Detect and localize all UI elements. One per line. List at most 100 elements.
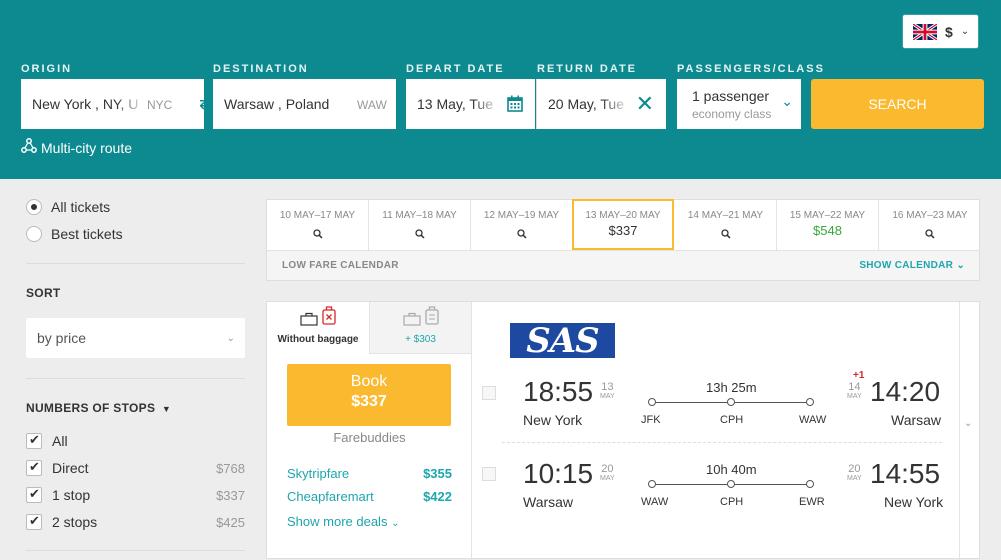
depart-date-field[interactable]: 13 May, Tue bbox=[406, 79, 535, 129]
segment-checkbox[interactable] bbox=[482, 386, 496, 400]
calendar-date-cell-selected[interactable]: 13 MAY–20 MAY $337 bbox=[572, 199, 674, 250]
origin-field[interactable]: New York , NY, U NYC ⇄ bbox=[21, 79, 214, 129]
currency-label: $ bbox=[945, 23, 953, 40]
stop-price: $768 bbox=[216, 460, 245, 476]
best-tickets-radio[interactable]: Best tickets bbox=[26, 226, 123, 242]
radio-label: Best tickets bbox=[51, 226, 123, 242]
multi-city-link[interactable]: Multi-city route bbox=[21, 138, 132, 157]
airport-code: JFK bbox=[641, 414, 661, 426]
inbound-departure-city: Warsaw bbox=[523, 494, 574, 510]
calendar-price: $337 bbox=[608, 223, 638, 238]
show-calendar-link[interactable]: SHOW CALENDAR ⌄ bbox=[859, 260, 965, 271]
airport-code: WAW bbox=[641, 496, 669, 508]
stop-dot bbox=[806, 398, 814, 406]
calendar-date-cell[interactable]: 10 MAY–17 MAY bbox=[267, 200, 369, 250]
checkbox[interactable] bbox=[26, 459, 42, 476]
date-calendar-strip: 10 MAY–17 MAY 11 MAY–18 MAY 12 MAY–19 MA… bbox=[266, 199, 980, 281]
search-icon bbox=[925, 226, 935, 239]
calendar-date-cell[interactable]: 16 MAY–23 MAY bbox=[879, 200, 981, 250]
search-icon bbox=[720, 226, 731, 239]
handbag-icon bbox=[300, 312, 318, 330]
airport-code: CPH bbox=[720, 414, 744, 426]
divider bbox=[26, 378, 245, 379]
return-label: RETURN DATE bbox=[537, 63, 638, 75]
tab-label: Without baggage bbox=[277, 334, 359, 345]
no-luggage-icon bbox=[322, 306, 336, 330]
search-header: $ ⌄ ORIGIN DESTINATION DEPART DATE RETUR… bbox=[0, 0, 1001, 179]
checkbox[interactable] bbox=[26, 486, 42, 503]
book-price: $337 bbox=[351, 393, 387, 410]
calendar-footer: LOW FARE CALENDAR SHOW CALENDAR ⌄ bbox=[267, 250, 979, 280]
return-date-field[interactable]: 20 May, Tue ✕ bbox=[536, 79, 666, 129]
stop-label: Direct bbox=[52, 460, 89, 476]
origin-label: ORIGIN bbox=[21, 63, 73, 75]
luggage-icon bbox=[424, 306, 439, 330]
search-button[interactable]: SEARCH bbox=[811, 79, 984, 129]
calendar-date-cell[interactable]: 12 MAY–19 MAY bbox=[471, 200, 573, 250]
swap-icon[interactable]: ⇄ bbox=[199, 93, 214, 114]
airport-code: WAW bbox=[799, 414, 827, 426]
inbound-duration: 10h 40m bbox=[706, 462, 757, 477]
calendar-date-cell[interactable]: 14 MAY–21 MAY bbox=[675, 200, 777, 250]
tab-with-baggage[interactable]: + $303 bbox=[369, 302, 471, 354]
stop-filter-2-stops[interactable]: 2 stops $425 bbox=[26, 513, 245, 530]
passenger-class: economy class bbox=[692, 106, 772, 121]
calendar-icon[interactable] bbox=[507, 95, 523, 112]
inbound-departure-time: 10:15 bbox=[523, 458, 594, 489]
airline-logo: SAS bbox=[510, 321, 615, 361]
next-day-badge: +1 bbox=[853, 370, 865, 381]
language-currency-selector[interactable]: $ ⌄ bbox=[902, 14, 979, 49]
stop-price: $425 bbox=[216, 514, 245, 530]
all-tickets-radio[interactable]: All tickets bbox=[26, 199, 110, 215]
inbound-arrival-date: 20 MAY bbox=[847, 463, 862, 483]
sort-select[interactable]: by price ⌄ bbox=[26, 318, 245, 358]
stop-dot bbox=[648, 398, 656, 406]
deal-seller: Skytripfare bbox=[287, 466, 350, 481]
stop-filter-1-stop[interactable]: 1 stop $337 bbox=[26, 486, 245, 503]
checkbox[interactable] bbox=[26, 432, 42, 449]
segment-divider bbox=[502, 442, 942, 443]
outbound-arrival-city: Warsaw bbox=[891, 412, 942, 428]
passengers-label: PASSENGERS/CLASS bbox=[677, 63, 825, 75]
deal-seller: Cheapfaremart bbox=[287, 489, 374, 504]
book-button[interactable]: Book $337 bbox=[287, 364, 451, 426]
search-icon bbox=[516, 226, 527, 239]
calendar-date-cell[interactable]: 11 MAY–18 MAY bbox=[369, 200, 471, 250]
segment-checkbox[interactable] bbox=[482, 467, 496, 481]
radio-button[interactable] bbox=[26, 199, 42, 215]
ticket-card: Without baggage + $303 Book $337 Farebud… bbox=[266, 301, 980, 560]
close-icon[interactable]: ✕ bbox=[636, 93, 654, 115]
checkbox[interactable] bbox=[26, 513, 42, 530]
route-icon bbox=[21, 138, 37, 157]
deal-row[interactable]: Skytripfare $355 bbox=[287, 466, 452, 481]
show-more-deals-link[interactable]: Show more deals ⌄ bbox=[287, 514, 399, 529]
search-icon bbox=[312, 226, 323, 239]
outbound-arrival-date: 14 MAY bbox=[847, 381, 862, 401]
deal-row[interactable]: Cheapfaremart $422 bbox=[287, 489, 452, 504]
depart-label: DEPART DATE bbox=[406, 63, 505, 75]
calendar-date-cell[interactable]: 15 MAY–22 MAY $548 bbox=[777, 200, 879, 250]
sort-title: SORT bbox=[26, 286, 61, 300]
destination-field[interactable]: Warsaw , Poland WAW bbox=[213, 79, 396, 129]
chevron-down-icon: ⌄ bbox=[960, 26, 970, 37]
expand-details-button[interactable]: ⌄ bbox=[959, 302, 979, 560]
stop-label: 2 stops bbox=[52, 514, 98, 530]
book-label: Book bbox=[350, 373, 388, 390]
radio-button[interactable] bbox=[26, 226, 42, 242]
divider bbox=[26, 550, 245, 551]
stop-filter-direct[interactable]: Direct $768 bbox=[26, 459, 245, 476]
stop-label: All bbox=[52, 433, 68, 449]
stop-filter-all[interactable]: All bbox=[26, 432, 245, 449]
tab-without-baggage[interactable]: Without baggage bbox=[267, 302, 369, 354]
sort-value: by price bbox=[37, 330, 87, 346]
inbound-arrival-city: New York bbox=[884, 494, 944, 510]
outbound-arrival-time: 14:20 bbox=[870, 376, 941, 407]
stops-title[interactable]: NUMBERS OF STOPS ▼ bbox=[26, 401, 171, 415]
calendar-price: $548 bbox=[813, 223, 842, 238]
passengers-field[interactable]: 1 passenger economy class ⌄ bbox=[677, 79, 801, 129]
multi-city-label: Multi-city route bbox=[41, 139, 133, 156]
uk-flag-icon bbox=[913, 23, 937, 40]
booking-column: Without baggage + $303 Book $337 Farebud… bbox=[267, 302, 472, 560]
stop-dot bbox=[648, 480, 656, 488]
stop-label: 1 stop bbox=[52, 487, 91, 503]
